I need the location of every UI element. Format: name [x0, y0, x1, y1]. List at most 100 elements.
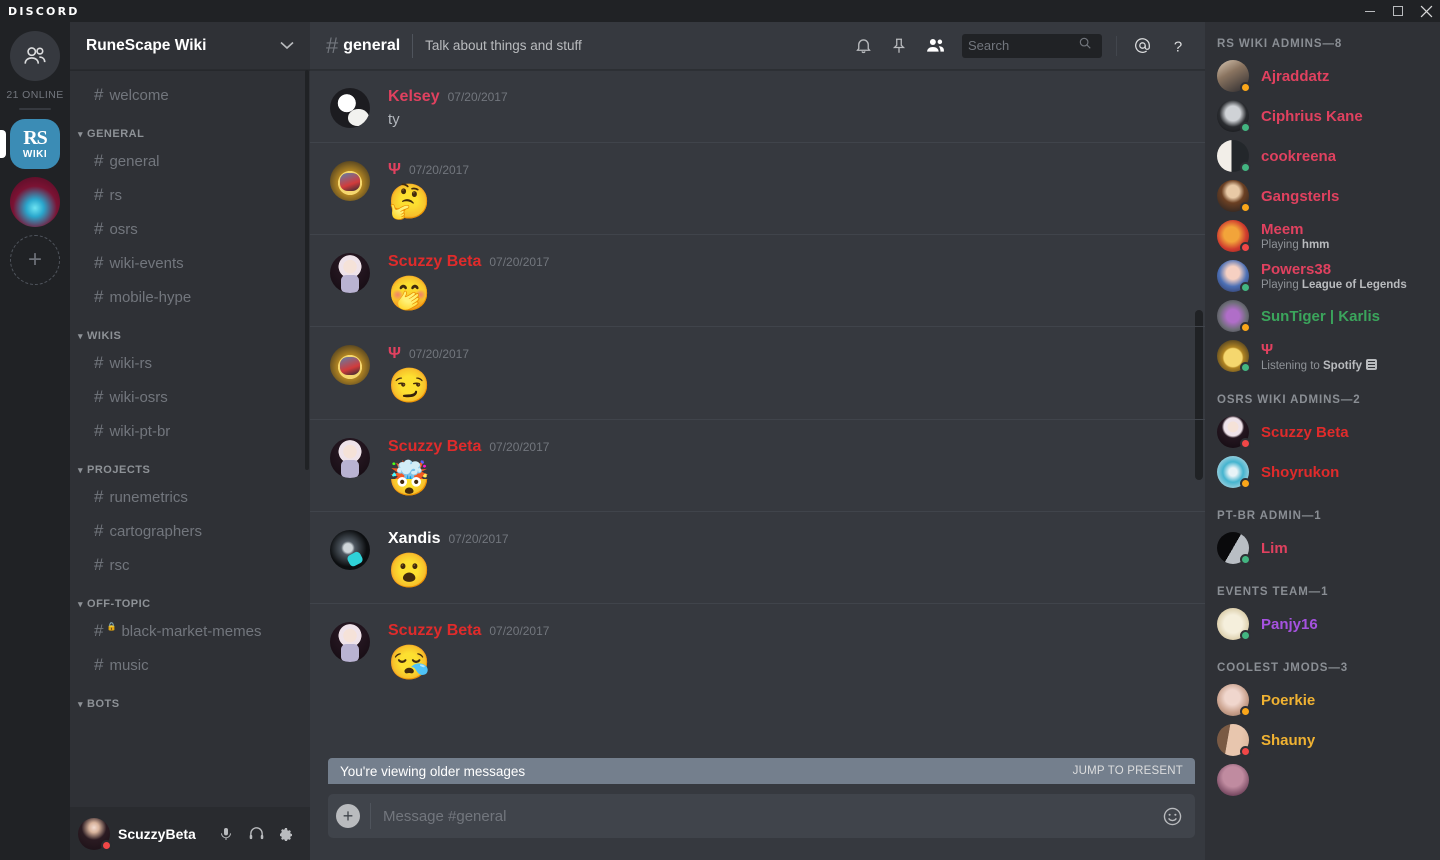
microphone-icon[interactable] [216, 824, 236, 844]
member-name: Scuzzy Beta [1261, 423, 1349, 441]
member-item-partial[interactable] [1205, 760, 1440, 800]
member-item-meem[interactable]: Meem Playing hmm [1205, 216, 1440, 256]
activity-title: Spotify [1323, 359, 1362, 372]
member-item-ciphrius-kane[interactable]: Ciphrius Kane [1205, 96, 1440, 136]
search-icon[interactable] [1078, 36, 1092, 55]
guild-name: RuneScape Wiki [86, 36, 207, 54]
member-list-icon[interactable] [924, 35, 946, 57]
member-name: Meem [1261, 221, 1304, 238]
server-icon-cake[interactable] [10, 177, 60, 227]
message-text: ty [388, 111, 400, 128]
member-item-cookreena[interactable]: cookreena [1205, 136, 1440, 176]
headset-icon[interactable] [246, 824, 266, 844]
channel-item-rsc[interactable]: # rsc [78, 548, 302, 582]
user-controls [216, 824, 302, 844]
header-divider [412, 33, 414, 58]
message-author[interactable]: Xandis [388, 530, 440, 548]
channel-item-welcome[interactable]: # welcome [78, 78, 302, 112]
search-box[interactable] [962, 33, 1102, 58]
channel-item-wiki-events[interactable]: # wiki-events [78, 246, 302, 280]
member-item-lim[interactable]: Lim [1205, 528, 1440, 568]
avatar[interactable] [330, 88, 370, 128]
member-item-psi[interactable]: Ψ Listening to Spotify [1205, 336, 1440, 376]
member-item-powers38[interactable]: Powers38 Playing League of Legends [1205, 256, 1440, 296]
message-composer[interactable]: + [328, 794, 1195, 838]
member-item-shauny[interactable]: Shauny [1205, 720, 1440, 760]
avatar[interactable] [330, 345, 370, 386]
channel-category-projects[interactable]: ▾ PROJECTS [70, 448, 310, 480]
header-actions: ? [852, 33, 1197, 58]
channel-label: rs [109, 186, 122, 204]
minimize-icon[interactable] [1356, 0, 1384, 22]
hash-icon: # [326, 32, 339, 58]
pinned-messages-icon[interactable] [888, 35, 910, 57]
channel-item-music[interactable]: # music [78, 648, 302, 682]
avatar[interactable] [330, 529, 370, 570]
message-author[interactable]: Scuzzy Beta [388, 253, 481, 271]
message-timestamp: 07/20/2017 [489, 623, 550, 638]
member-item-shoyrukon[interactable]: Shoyrukon [1205, 452, 1440, 492]
message-list[interactable]: Kelsey 07/20/2017 ty Ψ 07/20/2017 🤔 Scuz… [310, 70, 1205, 784]
member-item-panjy16[interactable]: Panjy16 [1205, 604, 1440, 644]
help-icon[interactable]: ? [1167, 35, 1189, 57]
hash-icon: # [94, 487, 104, 506]
avatar[interactable] [330, 253, 370, 294]
search-input[interactable] [968, 38, 1078, 53]
channel-item-wiki-osrs[interactable]: # wiki-osrs [78, 380, 302, 414]
avatar[interactable] [78, 817, 112, 851]
channel-item-wiki-pt-br[interactable]: # wiki-pt-br [78, 414, 302, 448]
activity-verb: Playing [1261, 279, 1302, 291]
channel-item-wiki-rs[interactable]: # wiki-rs [78, 346, 302, 380]
message-author[interactable]: Scuzzy Beta [388, 438, 481, 456]
add-server-button[interactable]: + [10, 235, 60, 285]
message-author[interactable]: Kelsey [388, 88, 440, 106]
channel-item-general[interactable]: # general [78, 144, 302, 178]
gear-icon[interactable] [276, 824, 296, 844]
channel-label: rsc [109, 556, 130, 574]
older-messages-bar: You're viewing older messages JUMP TO PR… [328, 758, 1195, 784]
channel-scroll-area[interactable]: # welcome ▾ GENERAL # general # rs # osr… [70, 70, 310, 807]
mentions-icon[interactable] [1131, 35, 1153, 57]
channel-item-black-market-memes[interactable]: # 🔒 black-market-memes [78, 614, 302, 648]
message-input[interactable] [383, 807, 1162, 825]
hash-icon: # [94, 287, 104, 306]
status-badge [1240, 746, 1251, 757]
channel-item-runemetrics[interactable]: # runemetrics [78, 480, 302, 514]
avatar[interactable] [330, 437, 370, 478]
server-avatar: RS WIKI [10, 119, 60, 169]
channel-category-general[interactable]: ▾ GENERAL [70, 112, 310, 144]
activity-verb: Listening to [1261, 359, 1324, 372]
member-group-header: OSRS WIKI ADMINS—2 [1217, 394, 1361, 406]
member-name: Poerkie [1261, 691, 1316, 709]
member-item-scuzzy-beta[interactable]: Scuzzy Beta [1205, 412, 1440, 452]
member-list[interactable]: RS WIKI ADMINS—8 Ajraddatz Ciphrius Kane… [1205, 22, 1440, 860]
channel-category-wikis[interactable]: ▾ WIKIS [70, 314, 310, 346]
member-item-ajraddatz[interactable]: Ajraddatz [1205, 56, 1440, 96]
close-icon[interactable] [1412, 0, 1440, 22]
channel-category-bots[interactable]: ▾ BOTS [70, 682, 310, 714]
avatar[interactable] [330, 621, 370, 662]
message-author[interactable]: Ψ [388, 161, 401, 179]
channel-item-mobile-hype[interactable]: # mobile-hype [78, 280, 302, 314]
member-item-poerkie[interactable]: Poerkie [1205, 680, 1440, 720]
jump-to-present-button[interactable]: JUMP TO PRESENT [1073, 765, 1183, 777]
avatar [1217, 260, 1251, 293]
guild-header-button[interactable]: RuneScape Wiki [70, 22, 310, 70]
svg-text:?: ? [1174, 38, 1182, 55]
channel-item-osrs[interactable]: # osrs [78, 212, 302, 246]
attach-file-button[interactable]: + [336, 804, 360, 828]
maximize-icon[interactable] [1384, 0, 1412, 22]
channel-item-cartographers[interactable]: # cartographers [78, 514, 302, 548]
message-author[interactable]: Scuzzy Beta [388, 622, 481, 640]
message-author[interactable]: Ψ [388, 345, 401, 363]
notification-bell-icon[interactable] [852, 35, 874, 57]
friends-icon[interactable] [10, 31, 60, 81]
channel-scrollbar[interactable] [305, 70, 309, 470]
channel-item-rs[interactable]: # rs [78, 178, 302, 212]
channel-category-off-topic[interactable]: ▾ OFF-TOPIC [70, 582, 310, 614]
member-item-suntiger-karlis[interactable]: SunTiger | Karlis [1205, 296, 1440, 336]
member-item-gangsterls[interactable]: Gangsterls [1205, 176, 1440, 216]
emoji-picker-icon[interactable] [1162, 806, 1183, 827]
avatar[interactable] [330, 161, 370, 202]
server-icon-runescape-wiki[interactable]: RS WIKI [0, 119, 60, 169]
